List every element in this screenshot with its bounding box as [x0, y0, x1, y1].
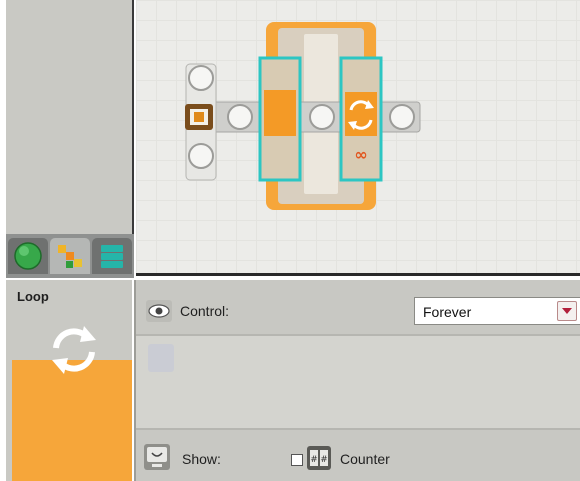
- svg-text:#: #: [320, 455, 328, 465]
- placeholder-icon: [148, 344, 174, 372]
- block-title: Loop: [17, 289, 49, 304]
- connector-node[interactable]: [309, 104, 335, 130]
- palette-tabs: [6, 234, 134, 278]
- config-panel: Control: Forever Show: # # Counter: [134, 280, 580, 481]
- sequence-beam: [189, 101, 421, 133]
- program-canvas[interactable]: ∞: [136, 0, 580, 276]
- tab-complete-palette[interactable]: [50, 238, 90, 274]
- counter-label: Counter: [340, 451, 390, 467]
- stack-icon: [101, 245, 123, 268]
- green-circle-icon: [14, 242, 42, 270]
- control-row: Control: Forever: [136, 288, 580, 332]
- start-block[interactable]: [185, 63, 217, 181]
- loop-start-segment[interactable]: [258, 56, 302, 182]
- block-info-panel: Loop: [6, 280, 132, 481]
- dropdown-arrow[interactable]: [557, 301, 577, 321]
- loop-arrows-icon: [52, 326, 96, 374]
- control-select[interactable]: Forever: [414, 297, 580, 325]
- control-label: Control:: [180, 303, 230, 319]
- control-select-value: Forever: [423, 304, 472, 320]
- tab-common-palette[interactable]: [8, 238, 48, 274]
- show-row: Show: # # Counter: [136, 434, 580, 478]
- show-label: Show:: [182, 451, 221, 467]
- tab-custom-palette[interactable]: [92, 238, 132, 274]
- chevron-down-icon: [562, 308, 572, 314]
- connector-node[interactable]: [227, 104, 253, 130]
- loop-program-diagram: ∞: [185, 22, 421, 210]
- blocks-icon: [58, 245, 82, 268]
- svg-text:∞: ∞: [354, 145, 367, 164]
- loop-end-segment[interactable]: ∞: [339, 56, 383, 182]
- connector-node[interactable]: [389, 104, 415, 130]
- block-palette: [6, 0, 134, 278]
- condition-area: [136, 334, 580, 430]
- infinity-icon: ∞: [354, 145, 367, 164]
- eye-icon: [146, 300, 172, 322]
- block-icon-box: [12, 326, 132, 481]
- svg-text:#: #: [310, 455, 318, 465]
- counter-icon: # #: [307, 446, 331, 470]
- monitor-icon: [144, 444, 170, 470]
- counter-checkbox[interactable]: [291, 454, 303, 466]
